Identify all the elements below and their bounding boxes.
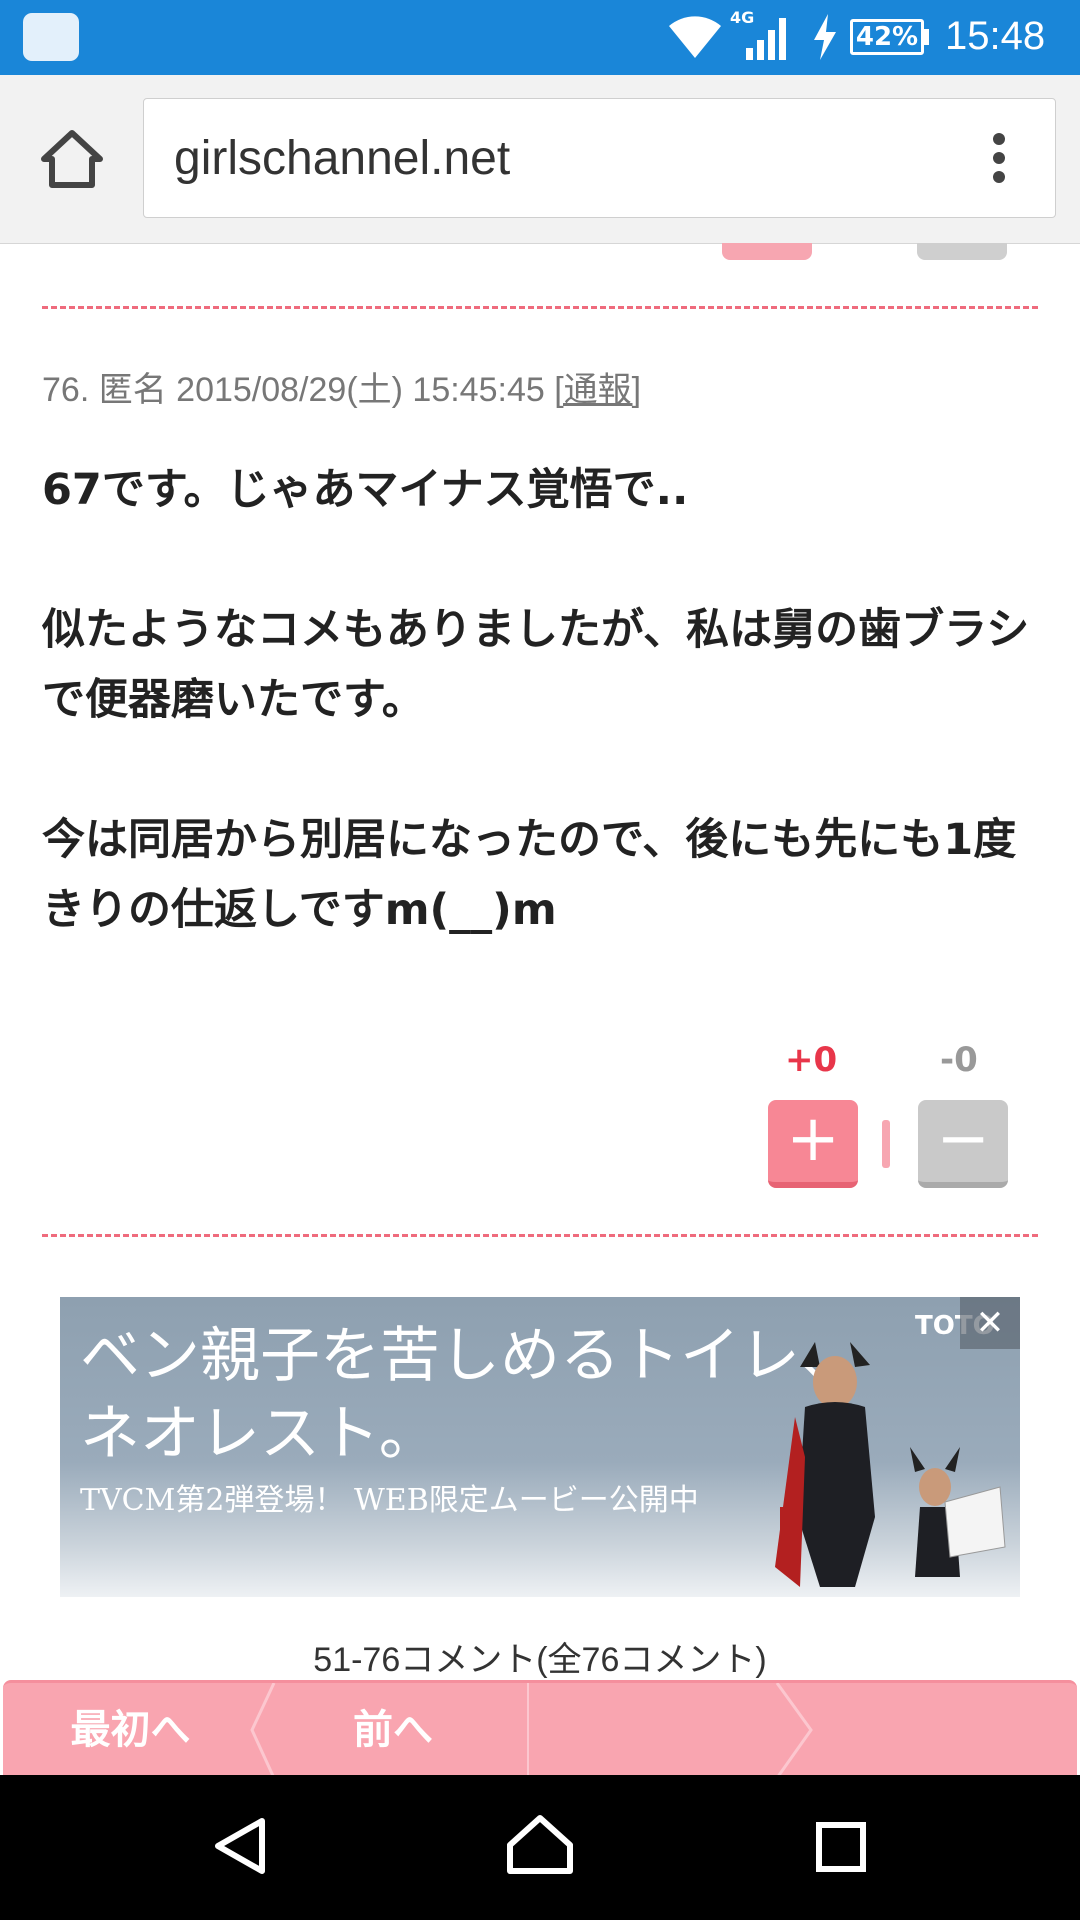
comment-meta: 76. 匿名 2015/08/29(土) 15:45:45 [通報] [42, 362, 641, 411]
notification-app-icon [23, 13, 79, 61]
recents-icon[interactable] [815, 1821, 867, 1873]
url-text[interactable]: girlschannel.net [174, 131, 510, 186]
back-icon[interactable] [210, 1815, 270, 1877]
ad-close-button[interactable]: ✕ [960, 1297, 1020, 1349]
pagination-info: 51-76コメント(全76コメント) [313, 1641, 767, 1679]
ad-banner[interactable]: ベン親子を苦しめるトイレ、 ネオレスト。 TVCM第2弾登場！ WEB限定ムービ… [60, 1297, 1020, 1597]
browser-toolbar: girlschannel.net [0, 75, 1080, 244]
first-page-button[interactable]: 最初へ [3, 1683, 258, 1778]
signal-icon [746, 18, 786, 60]
plus-vote-button[interactable]: + [768, 1100, 858, 1188]
chevron-right-icon [775, 1683, 813, 1778]
minus-vote-button[interactable]: − [918, 1100, 1008, 1188]
previous-plus-button[interactable] [722, 243, 812, 260]
status-time: 15:48 [945, 14, 1046, 58]
system-nav-bar [0, 1775, 1080, 1920]
vote-ratio-bar [882, 1120, 890, 1168]
charging-icon [814, 14, 836, 60]
ad-characters-image [775, 1342, 1006, 1587]
comment-divider [42, 1234, 1038, 1237]
minus-count: -0 [940, 1040, 978, 1080]
previous-minus-button[interactable] [917, 243, 1007, 260]
home-icon[interactable] [38, 127, 106, 191]
pager: 最初へ 前へ [3, 1680, 1077, 1778]
comment-header: 76. 匿名 2015/08/29(土) 15:45:45 [42, 371, 555, 409]
wifi-icon [669, 16, 721, 59]
url-bar[interactable]: girlschannel.net [143, 98, 1056, 218]
comment-divider [42, 306, 1038, 309]
ad-subtext: TVCM第2弾登場！ WEB限定ムービー公開中 [80, 1483, 699, 1518]
report-link[interactable]: [通報] [554, 371, 641, 409]
more-vert-icon[interactable] [993, 133, 1007, 187]
plus-count: +0 [785, 1040, 838, 1080]
battery-indicator: 42% [850, 19, 924, 55]
battery-nub [924, 29, 929, 45]
prev-page-button[interactable]: 前へ [258, 1683, 528, 1778]
comment-body: 67です。じゃあマイナス覚悟で.. 似たようなコメもありましたが、私は舅の歯ブラ… [42, 465, 1030, 935]
status-bar: 4G 42% 15:48 [0, 0, 1080, 75]
ad-headline: ベン親子を苦しめるトイレ、 ネオレスト。 [80, 1321, 860, 1469]
nav-home-icon[interactable] [505, 1813, 575, 1877]
